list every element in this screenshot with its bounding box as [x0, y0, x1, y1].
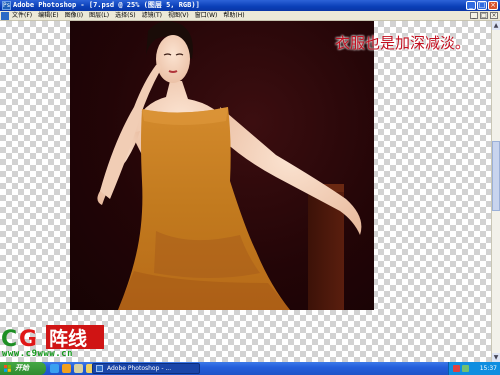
- taskbar-item-label: Adobe Photoshop - ...: [107, 365, 172, 372]
- menu-bar: 文件(F) 编辑(E) 图像(I) 图层(L) 选择(S) 滤镜(T) 视图(V…: [0, 11, 500, 21]
- artwork-canvas[interactable]: [70, 21, 374, 310]
- desktop-icon[interactable]: [74, 364, 83, 373]
- quick-launch: [50, 364, 95, 373]
- minimize-button[interactable]: _: [466, 1, 476, 10]
- photoshop-task-icon: [96, 365, 103, 372]
- watermark-url: www.c9www.cn: [2, 349, 74, 359]
- media-icon[interactable]: [62, 364, 71, 373]
- start-label: 开始: [15, 364, 29, 372]
- scroll-thumb[interactable]: [492, 141, 500, 211]
- menu-image[interactable]: 图像(I): [65, 11, 83, 21]
- cg-logo-icon: C G 阵线: [1, 325, 104, 352]
- window-titlebar: Ps Adobe Photoshop - [7.psd @ 25% (图层 5,…: [0, 0, 500, 11]
- ie-icon[interactable]: [50, 364, 59, 373]
- taskbar-item-photoshop[interactable]: Adobe Photoshop - ...: [92, 363, 200, 374]
- canvas-caption: 衣服也是加深减淡。: [335, 34, 471, 52]
- menu-view[interactable]: 视图(V): [168, 11, 189, 21]
- maximize-button[interactable]: □: [477, 1, 487, 10]
- watermark-logo: C G 阵线 www.c9www.cn: [0, 322, 110, 362]
- menu-help[interactable]: 帮助(H): [223, 11, 244, 21]
- svg-text:阵线: 阵线: [49, 327, 87, 350]
- doc-close-button[interactable]: ×: [490, 12, 498, 19]
- close-button[interactable]: ×: [488, 1, 498, 10]
- woman-in-dress-illustration: [97, 21, 362, 310]
- scroll-up-icon[interactable]: ▲: [492, 21, 500, 30]
- system-tray: 15:37: [448, 362, 500, 375]
- taskbar: 开始 Adobe Photoshop - ... 15:37: [0, 362, 500, 375]
- doc-minimize-button[interactable]: _: [470, 12, 478, 19]
- tray-network-icon[interactable]: [462, 365, 469, 372]
- menu-layer[interactable]: 图层(L): [89, 11, 109, 21]
- tray-alert-icon[interactable]: [453, 365, 460, 372]
- menu-window[interactable]: 窗口(W): [195, 11, 218, 21]
- document-icon[interactable]: [1, 12, 9, 20]
- menu-filter[interactable]: 滤镜(T): [142, 11, 162, 21]
- windows-logo-icon: [4, 365, 11, 372]
- start-button[interactable]: 开始: [0, 362, 46, 375]
- vertical-scrollbar[interactable]: ▲ ▼: [491, 21, 500, 362]
- menu-edit[interactable]: 编辑(E): [38, 11, 58, 21]
- clock: 15:37: [479, 365, 497, 372]
- window-title: Adobe Photoshop - [7.psd @ 25% (图层 5, RG…: [13, 1, 200, 9]
- menu-file[interactable]: 文件(F): [12, 11, 32, 21]
- photoshop-icon[interactable]: Ps: [2, 1, 11, 10]
- canvas-workspace[interactable]: 衣服也是加深减淡。: [0, 21, 491, 362]
- doc-restore-button[interactable]: □: [480, 12, 488, 19]
- menu-select[interactable]: 选择(S): [115, 11, 136, 21]
- scroll-down-icon[interactable]: ▼: [492, 353, 500, 362]
